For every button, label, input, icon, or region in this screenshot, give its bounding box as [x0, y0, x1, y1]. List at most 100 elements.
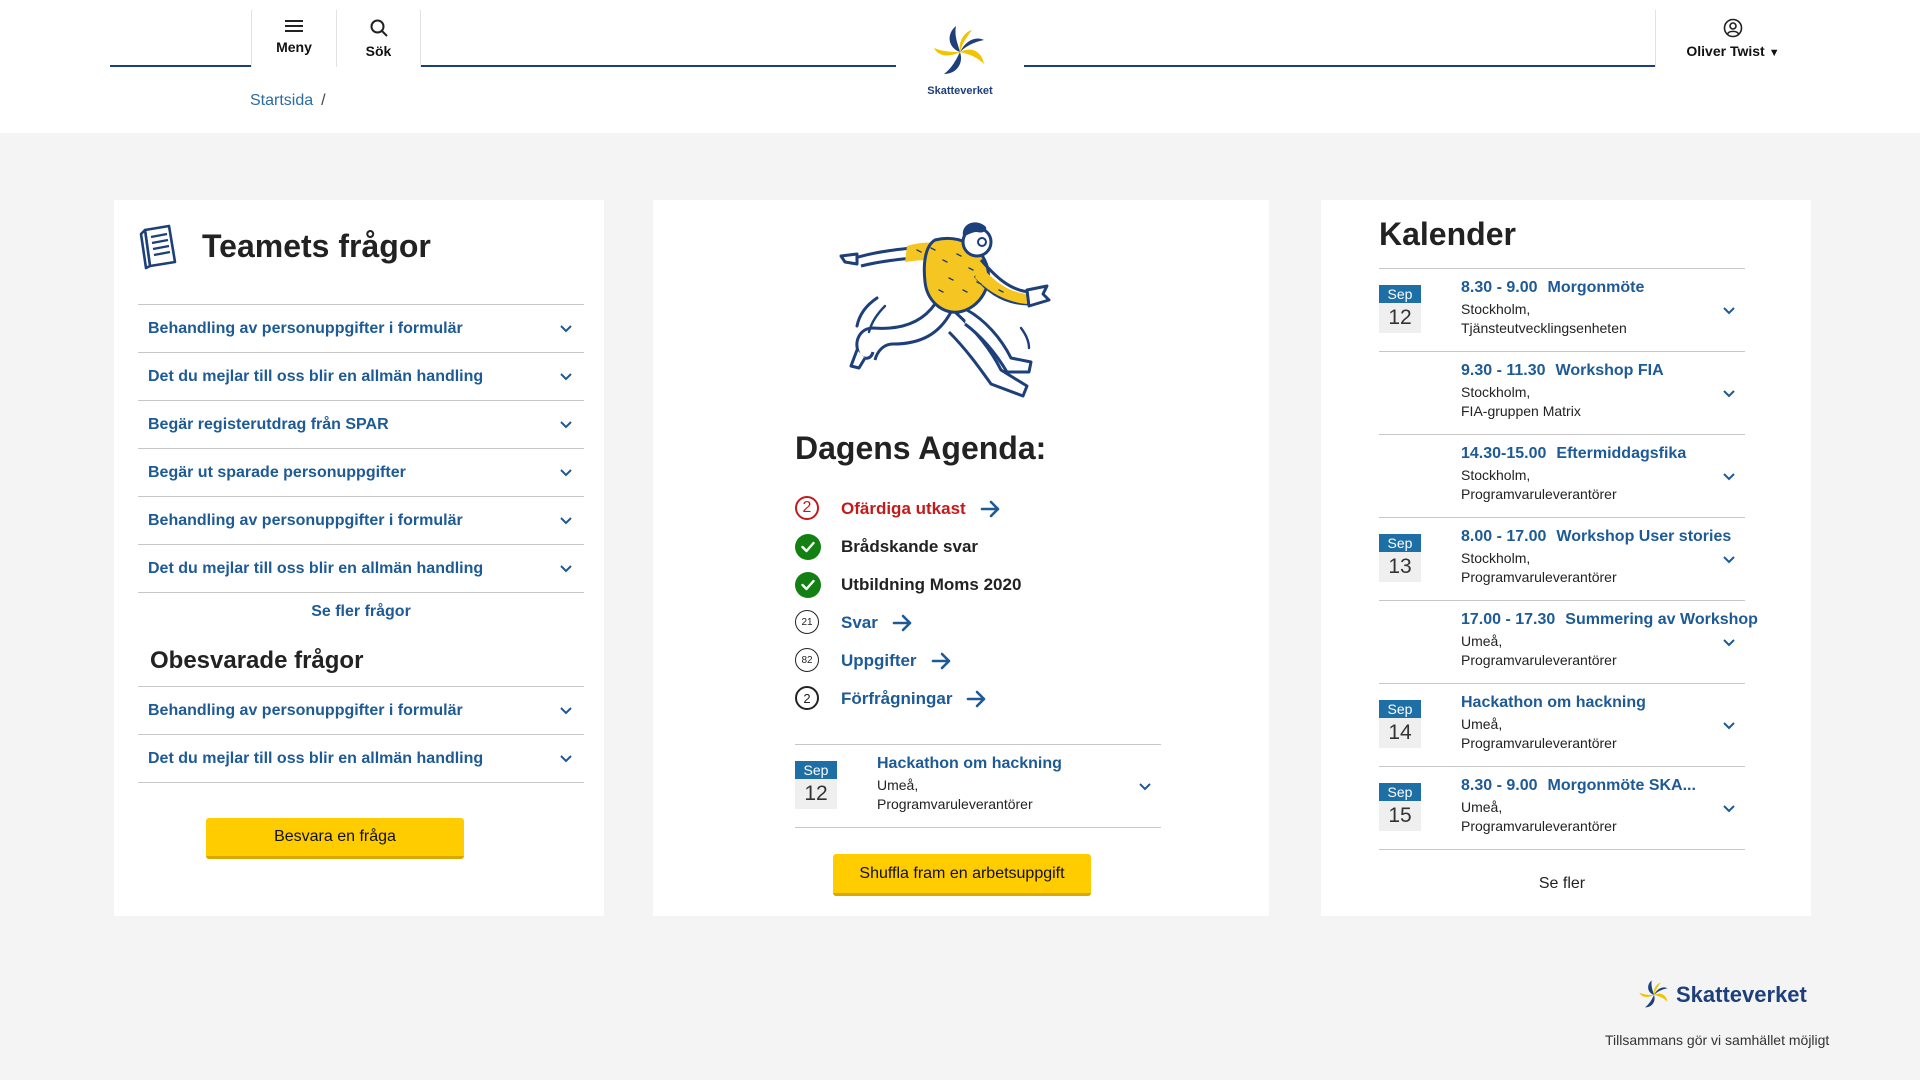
question-item[interactable]: Det du mejlar till oss blir en allmän ha… [138, 735, 584, 783]
date-month: Sep [1379, 285, 1421, 303]
date-day: 14 [1379, 718, 1421, 748]
agenda-link[interactable]: Svar [841, 613, 878, 633]
breadcrumb-home-link[interactable]: Startsida [250, 92, 313, 109]
chevron-down-icon [560, 372, 572, 380]
question-item[interactable]: Det du mejlar till oss blir en allmän ha… [138, 545, 584, 593]
event-title[interactable]: 17.00 - 17.30 Summering av Workshop [1461, 611, 1758, 629]
question-label: Behandling av personuppgifter i formulär [148, 511, 463, 529]
question-label: Behandling av personuppgifter i formulär [148, 319, 463, 337]
event-location: Stockholm, [1461, 550, 1531, 566]
agenda-link[interactable]: Uppgifter [841, 651, 917, 671]
calendar-event[interactable]: Sep 15 8.30 - 9.00 Morgonmöte SKA... Umeå,… [1379, 767, 1745, 850]
footer-logo[interactable]: Skatteverket [1636, 978, 1807, 1012]
count-badge: 2 [795, 686, 821, 712]
event-organizer: Programvaruleverantörer [877, 796, 1033, 812]
calendar-event[interactable]: Sep 12 8.30 - 9.00 Morgonmöte Stockholm, Tj… [1379, 269, 1745, 352]
event-title[interactable]: Hackathon om hackning [1461, 694, 1646, 712]
arrow-right-icon[interactable] [892, 614, 914, 632]
shuffle-task-button[interactable]: Shuffla fram en arbetsuppgift [833, 854, 1091, 896]
arrow-right-icon[interactable] [931, 652, 953, 670]
arrow-right-icon[interactable] [966, 690, 988, 708]
calendar-event[interactable]: 17.00 - 17.30 Summering av Workshop Umeå,… [1379, 601, 1758, 684]
question-label: Begär ut sparade personuppgifter [148, 463, 406, 481]
calendar-more-link[interactable]: Se fler [1379, 875, 1745, 893]
question-item[interactable]: Begär ut sparade personuppgifter [138, 449, 584, 497]
search-label: Sök [365, 43, 392, 59]
agenda-event[interactable]: Sep 12 Hackathon om hackning Umeå, Progr… [795, 744, 1161, 828]
agenda-label: Brådskande svar [841, 537, 979, 556]
user-menu-button[interactable]: Oliver Twist ▼ [1655, 10, 1810, 67]
calendar-event[interactable]: Sep 14 Hackathon om hackning Umeå, Program… [1379, 684, 1745, 767]
event-organizer: Programvaruleverantörer [1461, 486, 1617, 502]
agenda-label: Utbildning Moms 2020 [841, 575, 1022, 594]
event-name: Workshop User stories [1556, 528, 1732, 545]
chevron-down-icon[interactable] [1723, 473, 1735, 481]
user-name-wrap: Oliver Twist ▼ [1686, 43, 1779, 59]
running-person-illustration [839, 222, 1051, 398]
breadcrumb: Startsida / [250, 92, 326, 110]
agenda-item-answers: 21 Svar [795, 604, 1021, 642]
menu-label: Meny [276, 39, 312, 55]
header-logo-text: Skatteverket [927, 85, 993, 97]
calendar-event[interactable]: Sep 13 8.00 - 17.00 Workshop User stories … [1379, 518, 1745, 601]
question-item[interactable]: Behandling av personuppgifter i formulär [138, 497, 584, 545]
date-badge: Sep 14 [1379, 700, 1421, 748]
event-title[interactable]: 8.00 - 17.00 Workshop User stories [1461, 528, 1731, 546]
search-button[interactable]: Sök [337, 10, 421, 67]
unanswered-questions-title: Obesvarade frågor [150, 647, 364, 674]
chevron-down-icon[interactable] [1139, 783, 1151, 791]
question-item[interactable]: Begär registerutdrag från SPAR [138, 401, 584, 449]
date-badge: Sep 15 [1379, 783, 1421, 831]
header-divider-left [110, 65, 896, 67]
header-logo[interactable]: Skatteverket [918, 22, 1002, 97]
calendar-event[interactable]: 9.30 - 11.30 Workshop FIA Stockholm, FIA-g… [1379, 352, 1745, 435]
chevron-down-icon [560, 754, 572, 762]
event-details: Umeå, Programvaruleverantörer [877, 776, 1033, 814]
agenda-link[interactable]: Förfrågningar [841, 689, 952, 709]
event-name: Eftermiddagsfika [1556, 445, 1687, 462]
count-badge: 82 [795, 648, 821, 674]
calendar-list: Sep 12 8.30 - 9.00 Morgonmöte Stockholm, Tj… [1379, 268, 1758, 850]
chevron-down-icon[interactable] [1723, 307, 1735, 315]
document-icon [139, 224, 177, 270]
chevron-down-icon[interactable] [1723, 722, 1735, 730]
event-title[interactable]: 8.30 - 9.00 Morgonmöte [1461, 279, 1644, 297]
chevron-down-icon[interactable] [1723, 639, 1735, 647]
date-day: 12 [1379, 303, 1421, 333]
agenda-link[interactable]: Ofärdiga utkast [841, 499, 966, 519]
user-name: Oliver Twist [1686, 43, 1765, 59]
calendar-card: Kalender Sep 12 8.30 - 9.00 Morgonmöte Sto… [1321, 200, 1811, 916]
chevron-down-icon[interactable] [1723, 556, 1735, 564]
event-name: Workshop FIA [1555, 362, 1664, 379]
event-title[interactable]: Hackathon om hackning [877, 755, 1062, 773]
event-location: Stockholm, [1461, 301, 1531, 317]
event-organizer: Programvaruleverantörer [1461, 818, 1617, 834]
chevron-down-icon [560, 706, 572, 714]
event-title[interactable]: 8.30 - 9.00 Morgonmöte SKA... [1461, 777, 1696, 795]
event-organizer: Programvaruleverantörer [1461, 652, 1617, 668]
question-item[interactable]: Det du mejlar till oss blir en allmän ha… [138, 353, 584, 401]
question-item[interactable]: Behandling av personuppgifter i formulär [138, 687, 584, 735]
event-details: Stockholm, FIA-gruppen Matrix [1461, 383, 1581, 421]
date-badge: Sep 12 [1379, 285, 1421, 333]
arrow-right-icon[interactable] [980, 500, 1002, 518]
check-circle-icon [795, 534, 821, 560]
count-badge-value: 2 [795, 686, 819, 710]
event-title[interactable]: 9.30 - 11.30 Workshop FIA [1461, 362, 1664, 380]
chevron-down-icon[interactable] [1723, 805, 1735, 813]
menu-button[interactable]: Meny [251, 10, 337, 67]
calendar-event[interactable]: 14.30-15.00 Eftermiddagsfika Stockholm, Pr… [1379, 435, 1745, 518]
date-badge: Sep 12 [795, 761, 837, 809]
more-questions-link[interactable]: Se fler frågor [138, 603, 584, 621]
answer-question-button[interactable]: Besvara en fråga [206, 818, 464, 859]
chevron-down-icon [560, 420, 572, 428]
chevron-down-icon[interactable] [1723, 390, 1735, 398]
date-month: Sep [1379, 783, 1421, 801]
question-item[interactable]: Behandling av personuppgifter i formulär [138, 305, 584, 353]
event-organizer: FIA-gruppen Matrix [1461, 403, 1581, 419]
event-details: Umeå, Programvaruleverantörer [1461, 632, 1617, 670]
chevron-down-icon [560, 516, 572, 524]
agenda-item-drafts: 2 Ofärdiga utkast [795, 490, 1021, 528]
event-title[interactable]: 14.30-15.00 Eftermiddagsfika [1461, 445, 1686, 463]
agenda-item-urgent: Brådskande svar [795, 528, 1021, 566]
